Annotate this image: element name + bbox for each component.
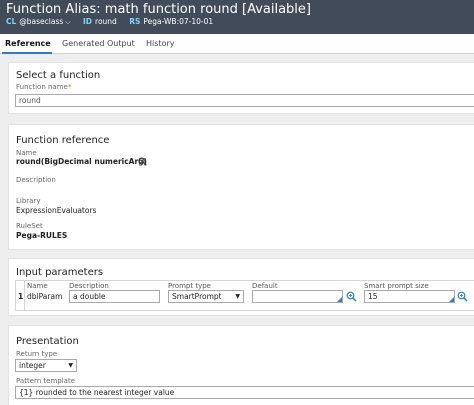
presentation-title: Presentation (16, 336, 79, 347)
param-smart-prompt-size-value: 15 (368, 292, 378, 301)
col-header-prompt-type: Prompt type (168, 282, 211, 290)
rs-value: Pega-WB:07-10-01 (143, 17, 214, 26)
param-table-left-border (15, 280, 16, 310)
pattern-template-input[interactable]: {1} rounded to the nearest integer value (15, 386, 474, 399)
description-label: Description (16, 176, 56, 184)
param-row-index: 1 (18, 292, 24, 301)
field-corner-marker (337, 297, 342, 302)
param-table-bottom-border (15, 310, 474, 311)
col-header-default: Default (252, 282, 278, 290)
select-function-title: Select a function (16, 70, 101, 81)
param-description-value: a double (73, 292, 106, 301)
active-tab-indicator (2, 52, 52, 54)
pattern-template-label: Pattern template (16, 377, 76, 385)
param-description-input[interactable]: a double (69, 290, 160, 303)
param-index-divider (24, 280, 25, 310)
magnifier-plus-icon[interactable] (346, 291, 357, 302)
return-type-label: Return type (16, 350, 58, 358)
col-header-description: Description (69, 282, 109, 290)
tab-generated-output[interactable]: Generated Output (62, 39, 135, 48)
param-smart-prompt-size-input[interactable]: 15 (364, 290, 455, 303)
function-name-value: round (19, 96, 41, 105)
function-name-label: Function name* (16, 83, 72, 91)
function-signature: round(BigDecimal numericArg) (16, 157, 147, 166)
rule-header: Function Alias: math function round [Ava… (0, 0, 474, 34)
param-default-input[interactable] (252, 290, 343, 303)
presentation-panel: Presentation Return type integer ▼ Patte… (8, 325, 474, 405)
col-header-smart-prompt-size: Smart prompt size (364, 282, 429, 290)
tab-history[interactable]: History (146, 39, 174, 48)
param-name-value: dblParam (27, 292, 63, 301)
cl-key: CL (6, 17, 17, 26)
param-prompt-type-select[interactable]: SmartPrompt ▼ (168, 290, 244, 303)
library-value: ExpressionEvaluators (16, 206, 97, 215)
input-parameters-title: Input parameters (16, 267, 104, 278)
col-header-name: Name (27, 282, 48, 290)
function-reference-panel: Function reference Name round(BigDecimal… (8, 124, 474, 250)
rs-key: RS (129, 17, 141, 26)
rule-title: Function Alias: math function round [Ava… (6, 2, 311, 17)
field-corner-marker (449, 297, 454, 302)
triangle-down-icon: ▼ (235, 293, 240, 300)
magnifier-icon[interactable] (138, 157, 147, 166)
chevron-down-icon[interactable]: ⌵ (65, 18, 70, 27)
id-key: ID (83, 17, 93, 26)
magnifier-plus-icon[interactable] (457, 291, 468, 302)
id-value: round (95, 17, 117, 26)
ruleset-label: RuleSet (16, 222, 43, 230)
param-table-top-border (15, 280, 474, 281)
tab-reference[interactable]: Reference (5, 39, 51, 48)
return-type-value: integer (19, 361, 46, 370)
name-label: Name (16, 149, 37, 157)
required-marker: * (67, 83, 72, 91)
param-prompt-type-value: SmartPrompt (172, 292, 222, 301)
library-label: Library (16, 197, 41, 205)
function-reference-title: Function reference (16, 135, 110, 146)
return-type-select[interactable]: integer ▼ (15, 359, 77, 372)
cl-value[interactable]: @baseclass (19, 17, 63, 26)
select-function-panel: Select a function Function name* round (8, 62, 474, 114)
rule-meta: CL @baseclass ⌵ ID round RS Pega-WB:07-10-01 (6, 17, 223, 27)
ruleset-value: Pega-RULES (16, 231, 68, 240)
input-parameters-panel: Input parameters Name Description Prompt… (8, 258, 474, 316)
triangle-down-icon: ▼ (68, 362, 73, 369)
function-name-input[interactable]: round (15, 94, 474, 107)
pattern-template-value: {1} rounded to the nearest integer value (19, 388, 175, 397)
tab-bar: Reference Generated Output History (0, 34, 474, 54)
